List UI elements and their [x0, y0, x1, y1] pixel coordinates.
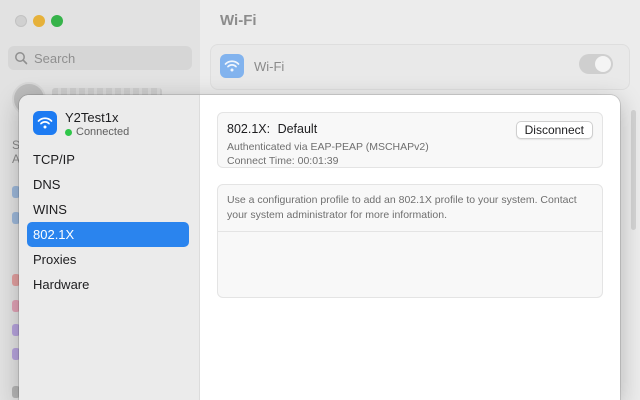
- connected-status-dot: [65, 128, 72, 136]
- minimize-window-button[interactable]: [33, 15, 45, 27]
- network-header: Y2Test1x Connected: [33, 111, 129, 138]
- wifi-label: Wi-Fi: [254, 59, 285, 74]
- auth-title: 802.1X: Default: [227, 122, 317, 136]
- wifi-toggle[interactable]: [579, 54, 613, 74]
- profile-info-panel: Use a configuration profile to add an 80…: [217, 184, 603, 298]
- sheet-content: 802.1X: Default Authenticated via EAP-PE…: [200, 95, 620, 400]
- nav-item-proxies[interactable]: Proxies: [27, 247, 189, 272]
- search-field[interactable]: Search: [8, 46, 192, 70]
- zoom-window-button[interactable]: [51, 15, 63, 27]
- window-title: Wi-Fi: [220, 12, 257, 29]
- close-window-button[interactable]: [15, 15, 27, 27]
- nav-item-dns[interactable]: DNS: [27, 172, 189, 197]
- divider: [218, 231, 602, 232]
- auth-info-panel: 802.1X: Default Authenticated via EAP-PE…: [217, 112, 603, 168]
- wifi-icon: [220, 54, 244, 78]
- nav-item-tcpip[interactable]: TCP/IP: [27, 147, 189, 172]
- scrollbar[interactable]: [631, 110, 636, 230]
- auth-method: Authenticated via EAP-PEAP (MSCHAPv2): [227, 141, 429, 153]
- auth-profile-value: Default: [277, 122, 318, 136]
- network-status: Connected: [65, 126, 129, 138]
- auth-key-label: 802.1X:: [227, 122, 271, 136]
- connect-time: Connect Time: 00:01:39: [227, 155, 339, 167]
- window-controls: [15, 15, 63, 27]
- search-placeholder: Search: [34, 50, 76, 66]
- network-status-label: Connected: [76, 126, 130, 138]
- nav-item-hardware[interactable]: Hardware: [27, 272, 189, 297]
- sheet-nav: TCP/IP DNS WINS 802.1X Proxies Hardware: [27, 147, 189, 297]
- disconnect-button[interactable]: Disconnect: [515, 121, 593, 139]
- sheet-sidebar: Y2Test1x Connected TCP/IP DNS WINS 802.1…: [19, 95, 200, 400]
- profile-note: Use a configuration profile to add an 80…: [227, 194, 577, 221]
- network-name: Y2Test1x: [65, 110, 119, 125]
- wifi-network-icon: [33, 111, 57, 135]
- nav-item-8021x[interactable]: 802.1X: [27, 222, 189, 247]
- search-icon: [15, 52, 28, 65]
- network-details-sheet: Y2Test1x Connected TCP/IP DNS WINS 802.1…: [19, 95, 620, 400]
- nav-item-wins[interactable]: WINS: [27, 197, 189, 222]
